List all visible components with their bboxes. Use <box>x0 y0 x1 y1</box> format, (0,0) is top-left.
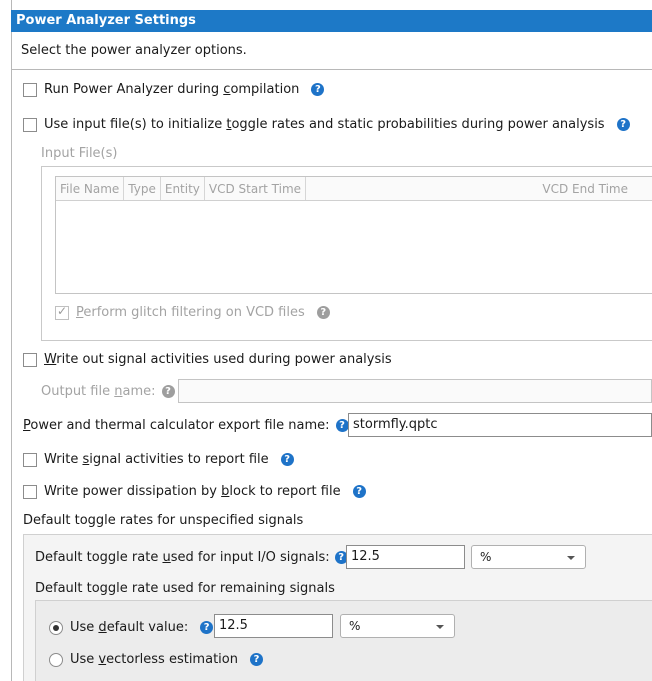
default-toggle-value-input[interactable]: 12.5 <box>214 614 333 638</box>
header-divider <box>11 69 652 70</box>
glitch-filtering-label: Perform glitch filtering on VCD files <box>76 305 305 320</box>
help-icon[interactable]: ? <box>335 419 349 432</box>
input-io-toggle-unit-value: % <box>480 550 492 564</box>
use-input-files-label: Use input file(s) to initialize toggle r… <box>44 117 605 132</box>
help-icon: ? <box>316 306 330 319</box>
chevron-down-icon <box>436 625 444 629</box>
input-io-toggle-unit-dropdown[interactable]: % <box>471 545 586 569</box>
help-icon[interactable]: ? <box>311 83 325 96</box>
input-io-toggle-label: Default toggle rate used for input I/O s… <box>35 550 330 565</box>
write-power-dissipation-checkbox[interactable] <box>23 484 37 499</box>
input-files-group-frame <box>41 166 652 167</box>
write-signal-report-label: Write signal activities to report file <box>44 452 269 467</box>
column-header-vcd-start-time: VCD Start Time <box>205 177 307 200</box>
help-icon[interactable]: ? <box>280 453 294 466</box>
remaining-signals-panel <box>35 600 652 681</box>
input-files-group-frame-left <box>41 166 42 341</box>
help-icon[interactable]: ? <box>200 621 214 634</box>
export-file-name-label-row: Power and thermal calculator export file… <box>23 418 349 433</box>
help-icon[interactable]: ? <box>616 118 630 131</box>
default-toggle-unit-dropdown[interactable]: % <box>340 614 455 638</box>
use-input-files-checkbox[interactable] <box>23 117 37 132</box>
input-files-table[interactable]: File Name Type Entity VCD Start Time VCD… <box>55 176 652 294</box>
output-file-name-input[interactable] <box>178 379 652 403</box>
output-file-name-label: Output file name: <box>41 384 156 399</box>
toggle-rates-panel-left-border <box>23 534 24 681</box>
run-during-compilation-label: Run Power Analyzer during compilation <box>44 82 300 97</box>
export-file-name-input[interactable]: stormfly.qptc <box>348 413 652 437</box>
vectorless-estimation-radio[interactable] <box>49 652 63 667</box>
vectorless-estimation-label: Use vectorless estimation <box>70 652 238 667</box>
panel-title: Power Analyzer Settings <box>11 10 652 32</box>
column-header-type: Type <box>124 177 161 200</box>
write-signal-activities-option[interactable]: Write out signal activities used during … <box>23 352 392 367</box>
remaining-signals-panel-top-border <box>35 600 652 601</box>
panel-description: Select the power analyzer options. <box>21 43 247 58</box>
write-signal-report-option[interactable]: Write signal activities to report file ? <box>23 452 294 467</box>
use-default-value-label: Use default value: <box>70 620 189 635</box>
output-file-name-label-row: Output file name: ? <box>41 384 175 399</box>
run-during-compilation-checkbox[interactable] <box>23 82 37 97</box>
table-header: File Name Type Entity VCD Start Time VCD… <box>56 177 652 201</box>
toggle-rates-group-label: Default toggle rates for unspecified sig… <box>23 513 304 528</box>
help-icon[interactable]: ? <box>352 485 366 498</box>
column-header-vcd-end-time: VCD End Time <box>542 182 628 196</box>
remaining-signals-panel-left-border <box>35 600 36 681</box>
write-power-dissipation-option[interactable]: Write power dissipation by block to repo… <box>23 484 366 499</box>
help-icon[interactable]: ? <box>249 653 263 666</box>
column-header-file-name: File Name <box>56 177 125 200</box>
toggle-rates-panel-top-border <box>23 534 652 535</box>
use-default-value-option[interactable]: Use default value: ? <box>49 620 214 635</box>
run-during-compilation-option[interactable]: Run Power Analyzer during compilation ? <box>23 82 325 97</box>
dialog-left-border <box>11 0 12 681</box>
use-default-value-radio[interactable] <box>49 620 63 635</box>
input-io-toggle-label-row: Default toggle rate used for input I/O s… <box>35 550 348 565</box>
default-toggle-unit-value: % <box>349 619 361 633</box>
write-signal-activities-label: Write out signal activities used during … <box>44 352 392 367</box>
write-signal-report-checkbox[interactable] <box>23 452 37 467</box>
column-header-entity: Entity <box>161 177 205 200</box>
glitch-filtering-checkbox[interactable] <box>55 304 69 320</box>
chevron-down-icon <box>567 556 575 560</box>
write-power-dissipation-label: Write power dissipation by block to repo… <box>44 484 341 499</box>
help-icon: ? <box>161 385 175 398</box>
write-signal-activities-checkbox[interactable] <box>23 352 37 367</box>
input-files-group-frame-bottom <box>41 340 652 341</box>
input-io-toggle-value-input[interactable]: 12.5 <box>346 545 465 569</box>
glitch-filtering-option[interactable]: Perform glitch filtering on VCD files ? <box>55 304 330 320</box>
input-files-group-label: Input File(s) <box>41 146 118 161</box>
vectorless-estimation-option[interactable]: Use vectorless estimation ? <box>49 652 263 667</box>
use-input-files-option[interactable]: Use input file(s) to initialize toggle r… <box>23 117 630 132</box>
remaining-signals-label: Default toggle rate used for remaining s… <box>35 581 335 596</box>
export-file-name-label: Power and thermal calculator export file… <box>23 418 330 433</box>
